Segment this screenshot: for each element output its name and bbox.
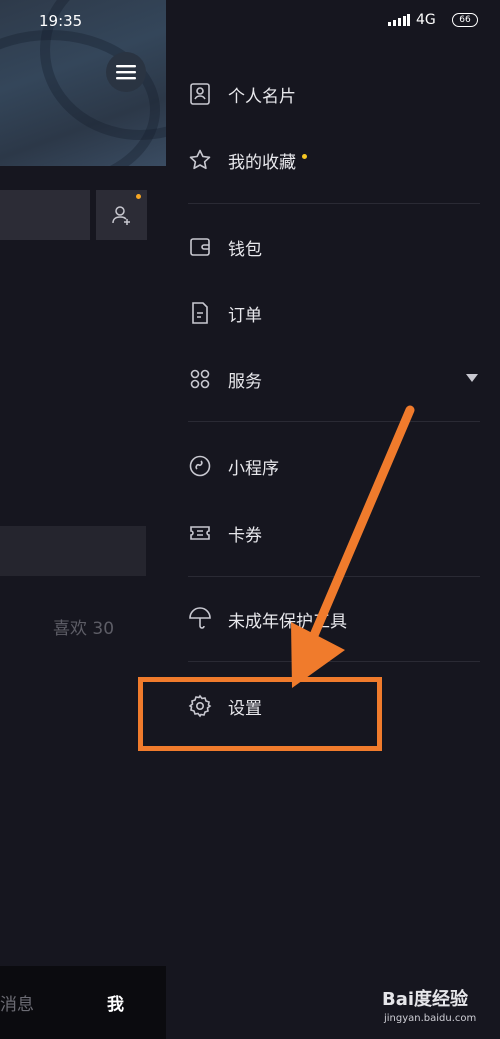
drawer-item-services[interactable]: 服务: [188, 359, 262, 399]
drawer-divider: [188, 661, 480, 662]
drawer-item-mini-programs[interactable]: 小程序: [188, 446, 279, 486]
star-icon: [189, 149, 211, 170]
network-type: 4G: [416, 12, 436, 28]
order-icon: [192, 302, 208, 324]
umbrella-icon: [189, 607, 211, 629]
watermark-url: jingyan.baidu.com: [384, 1013, 477, 1024]
annotation-highlight-box: [138, 677, 382, 751]
battery-icon: 66: [452, 13, 478, 27]
battery-level: 66: [459, 15, 471, 25]
drawer-item-coupons[interactable]: 卡券: [188, 513, 262, 553]
menu-button[interactable]: [106, 52, 146, 92]
drawer-item-label: 订单: [228, 305, 262, 326]
coupon-icon: [190, 526, 210, 540]
wallet-icon: [190, 238, 210, 256]
drawer-divider: [188, 421, 480, 422]
edit-profile-button[interactable]: [0, 190, 90, 240]
chevron-down-icon[interactable]: [466, 374, 478, 382]
profile-card-icon: [190, 83, 210, 105]
drawer-divider: [188, 576, 480, 577]
add-user-icon: [111, 206, 130, 225]
drawer-item-favorites[interactable]: 我的收藏: [188, 140, 307, 180]
drawer-item-label: 未成年保护工具: [228, 611, 347, 632]
drawer-item-minor-protection[interactable]: 未成年保护工具: [188, 599, 347, 639]
signal-icon: [388, 14, 410, 26]
drawer-item-profile-card[interactable]: 个人名片: [188, 74, 296, 114]
drawer-item-orders[interactable]: 订单: [188, 293, 262, 333]
favorites-notice-dot: [302, 153, 307, 159]
nav-tab-messages[interactable]: 消息: [0, 990, 34, 1015]
drawer-item-label: 卡券: [228, 525, 262, 546]
mini-program-icon: [189, 455, 211, 477]
nav-tab-me[interactable]: 我: [107, 990, 124, 1015]
status-time: 19:35: [39, 12, 83, 30]
drawer-divider: [188, 203, 480, 204]
drawer-item-wallet[interactable]: 钱包: [188, 227, 262, 267]
grid-icon: [190, 369, 210, 389]
drawer-item-label: 服务: [228, 371, 262, 392]
watermark-logo: Bai度经验: [382, 989, 469, 1010]
likes-count[interactable]: 喜欢 30: [53, 614, 114, 639]
drawer-item-label: 我的收藏: [228, 152, 296, 173]
profile-section-bar: [0, 526, 146, 576]
drawer-item-label: 小程序: [228, 458, 279, 479]
drawer-item-label: 钱包: [228, 239, 262, 260]
drawer-item-label: 个人名片: [228, 86, 296, 107]
hamburger-icon: [116, 65, 136, 80]
notification-dot: [136, 194, 141, 199]
